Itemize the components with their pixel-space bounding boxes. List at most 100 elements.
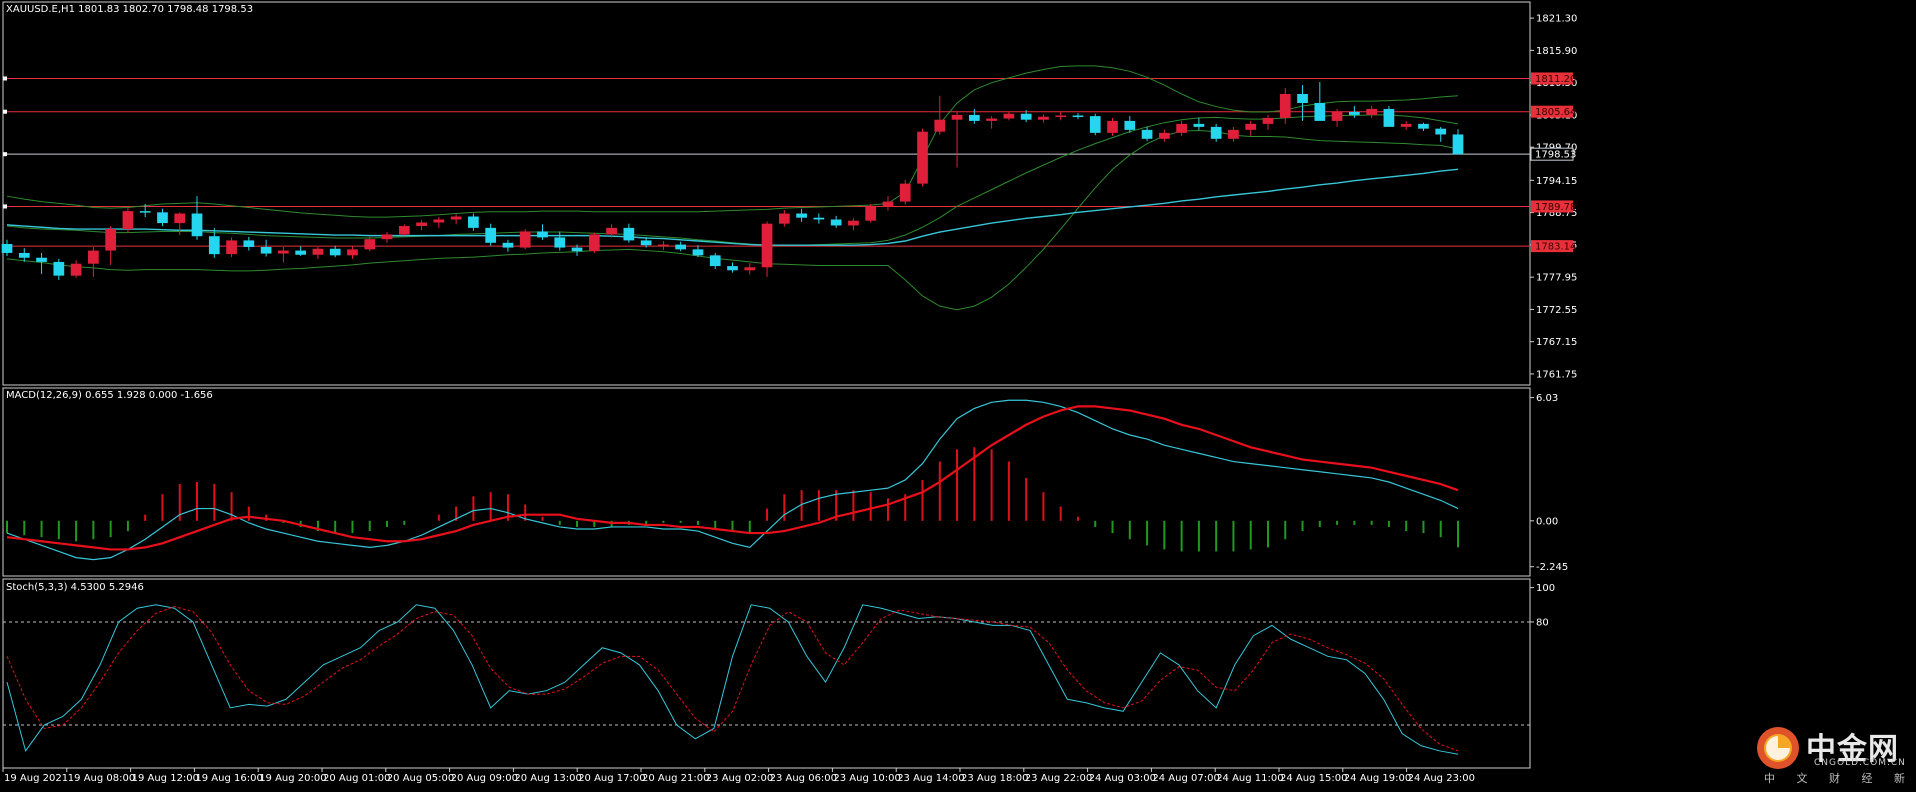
candle-body <box>433 219 445 223</box>
macd-panel-title: MACD(12,26,9) 0.655 1.928 0.000 -1.656 <box>6 390 213 401</box>
candle-body <box>519 231 531 248</box>
x-tick-label: 20 Aug 21:00 <box>642 773 709 784</box>
y-tick-label: 1777.95 <box>1536 273 1577 284</box>
candle-body <box>260 246 272 254</box>
price-level-handle <box>3 204 7 209</box>
x-tick-label: 20 Aug 01:00 <box>323 773 390 784</box>
candle-body <box>122 211 134 230</box>
candle-body <box>485 227 497 243</box>
candle-body <box>1262 117 1274 124</box>
candle-body <box>865 206 877 221</box>
candle-body <box>468 216 479 228</box>
candle-body <box>502 242 514 248</box>
x-tick-label: 19 Aug 08:00 <box>68 773 135 784</box>
candle-body <box>208 236 220 255</box>
price-level-handle <box>3 76 7 81</box>
candle-body <box>1193 123 1205 127</box>
y-tick-label: 1772.55 <box>1536 305 1577 316</box>
candle-body <box>53 261 65 276</box>
brand-subtitle: 中 文 财 经 新 媒 体 <box>1764 772 1916 785</box>
candle-body <box>1107 120 1118 133</box>
panel-frame-macd <box>2 387 1531 577</box>
candle-body <box>899 183 911 202</box>
candle-body <box>1210 126 1222 139</box>
candle-body <box>1055 115 1067 118</box>
x-tick-label: 23 Aug 06:00 <box>770 773 837 784</box>
stoch-d-line <box>6 605 1459 752</box>
candle-body <box>882 201 894 207</box>
x-tick-label: 19 Aug 20:00 <box>259 773 326 784</box>
candle-body <box>1400 123 1412 127</box>
x-tick-label: 19 Aug 16:00 <box>195 773 262 784</box>
price-level-label: 1789.78 <box>1535 202 1576 213</box>
x-tick-label: 19 Aug 2021 <box>4 773 68 784</box>
price-level-handle <box>3 109 7 114</box>
candle-body <box>364 239 376 250</box>
y-tick-label: 100 <box>1536 583 1555 594</box>
candle-body <box>1245 123 1257 130</box>
candle-body <box>744 267 756 271</box>
candle-body <box>934 119 946 132</box>
candle-body <box>1314 102 1326 121</box>
candle-body <box>796 213 807 218</box>
candle-body <box>157 212 168 224</box>
candle-body <box>917 131 928 184</box>
x-tick-label: 23 Aug 02:00 <box>706 773 773 784</box>
price-panel-title: XAUUSD.E,H1 1801.83 1802.70 1798.48 1798… <box>6 4 254 15</box>
candle-body <box>1176 123 1187 133</box>
candle-body <box>537 231 548 238</box>
y-tick-label: 1815.90 <box>1536 46 1577 57</box>
candle-body <box>951 114 963 120</box>
candle-body <box>1072 115 1084 118</box>
candle-body <box>70 263 82 276</box>
candle-body <box>1435 128 1447 135</box>
candle-body <box>1366 108 1377 115</box>
candle-body <box>450 216 462 220</box>
candle-body <box>727 266 738 271</box>
y-tick-label: 1794.15 <box>1536 176 1577 187</box>
macd-line <box>6 399 1459 561</box>
candle-body <box>191 213 203 237</box>
candle-body <box>243 240 255 247</box>
x-tick-label: 19 Aug 12:00 <box>132 773 199 784</box>
bollinger-middle-line <box>6 114 1459 246</box>
candle-body <box>105 229 116 251</box>
candle-body <box>1124 120 1136 130</box>
candle-body <box>1 243 13 253</box>
y-tick-label: 80 <box>1536 617 1549 628</box>
candle-body <box>1383 108 1395 127</box>
candle-body <box>692 249 704 256</box>
x-tick-label: 24 Aug 23:00 <box>1408 773 1475 784</box>
candle-body <box>830 219 842 226</box>
candle-body <box>312 248 324 255</box>
candle-body <box>1418 123 1429 129</box>
candle-body <box>1141 129 1153 139</box>
candle-body <box>1452 134 1464 155</box>
bollinger-lower-line <box>6 129 1459 311</box>
candle-body <box>278 250 289 254</box>
y-tick-label: 1761.75 <box>1536 369 1577 380</box>
candle-body <box>588 234 600 252</box>
chart-root: 1821.301815.901810.501805.101799.701794.… <box>0 0 1916 788</box>
x-tick-label: 24 Aug 15:00 <box>1280 773 1347 784</box>
candle-body <box>398 226 410 235</box>
price-level-label: 1811.20 <box>1535 74 1576 85</box>
y-tick-label: 1821.30 <box>1536 14 1577 25</box>
x-tick-label: 20 Aug 13:00 <box>514 773 581 784</box>
panel-frame-price <box>2 1 1531 386</box>
x-tick-label: 24 Aug 11:00 <box>1216 773 1283 784</box>
candle-body <box>606 227 617 235</box>
candle-body <box>1331 111 1343 121</box>
candle-body <box>1038 116 1049 120</box>
candle-body <box>761 223 773 268</box>
y-tick-label: 1767.15 <box>1536 337 1577 348</box>
candle-body <box>416 222 427 227</box>
brand-logo-icon <box>1757 727 1799 769</box>
candle-body <box>1349 111 1360 115</box>
x-tick-label: 24 Aug 07:00 <box>1152 773 1219 784</box>
stoch-panel-title: Stoch(5,3,3) 4.5300 5.2946 <box>6 582 144 593</box>
x-tick-label: 24 Aug 03:00 <box>1089 773 1156 784</box>
x-tick-label: 23 Aug 14:00 <box>897 773 964 784</box>
candle-body <box>226 240 237 255</box>
x-tick-label: 24 Aug 19:00 <box>1344 773 1411 784</box>
